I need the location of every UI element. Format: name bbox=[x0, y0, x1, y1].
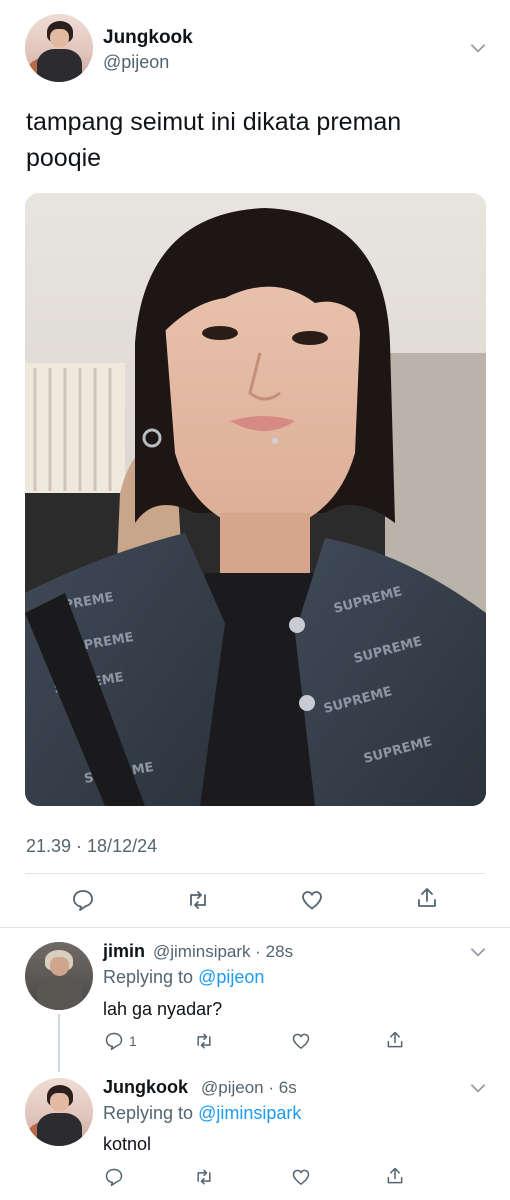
chevron-down-icon[interactable] bbox=[468, 1078, 488, 1098]
reply-handle-time[interactable]: @pijeon · 6s bbox=[201, 1078, 297, 1098]
reply-avatar-jungkook[interactable] bbox=[25, 1078, 93, 1146]
thread-line bbox=[58, 1014, 60, 1072]
like-icon[interactable] bbox=[300, 888, 324, 912]
reply-handle-time[interactable]: @jiminsipark · 28s bbox=[153, 942, 293, 962]
author-name[interactable]: Jungkook bbox=[103, 27, 193, 49]
reply-text: kotnol bbox=[103, 1134, 152, 1154]
replying-prefix: Replying to bbox=[103, 1103, 199, 1123]
tweet-timestamp[interactable]: 21.39 · 18/12/24 bbox=[26, 836, 157, 857]
author-handle[interactable]: @pijeon bbox=[103, 52, 169, 73]
retweet-icon[interactable] bbox=[194, 1167, 214, 1187]
like-icon[interactable] bbox=[291, 1167, 311, 1187]
retweet-icon[interactable] bbox=[194, 1031, 214, 1051]
reply-author-name[interactable]: Jungkook bbox=[103, 1077, 188, 1098]
tweet-photo[interactable]: SUPREME SUPREME SUPREME SUPREME SUPREME … bbox=[25, 193, 486, 806]
reply-icon[interactable] bbox=[104, 1167, 124, 1187]
selfie-photo: SUPREME SUPREME SUPREME SUPREME SUPREME … bbox=[25, 193, 486, 806]
tweet-text-line-1: tampang seimut ini dikata preman bbox=[26, 108, 402, 136]
share-icon[interactable] bbox=[385, 1166, 405, 1186]
replying-to: Replying to @jiminsipark bbox=[103, 1103, 301, 1124]
reply-count: 1 bbox=[129, 1033, 137, 1049]
reply-icon[interactable] bbox=[71, 888, 95, 912]
reply-avatar-jimin[interactable] bbox=[25, 942, 93, 1010]
replying-prefix: Replying to bbox=[103, 967, 199, 987]
reply-text: lah ga nyadar? bbox=[103, 999, 223, 1019]
replying-mention[interactable]: @jiminsipark bbox=[198, 1103, 301, 1123]
author-avatar[interactable] bbox=[25, 14, 93, 82]
share-icon[interactable] bbox=[385, 1030, 405, 1050]
tweet-text: tampang seimut ini dikata preman pooqie bbox=[26, 104, 486, 176]
reply-author-name[interactable]: jimin bbox=[103, 941, 145, 962]
share-icon[interactable] bbox=[415, 886, 439, 910]
chevron-down-icon[interactable] bbox=[468, 38, 488, 58]
retweet-icon[interactable] bbox=[186, 888, 210, 912]
chevron-down-icon[interactable] bbox=[468, 942, 488, 962]
divider-bottom bbox=[0, 927, 510, 928]
divider-top bbox=[25, 873, 485, 874]
reply-icon[interactable] bbox=[104, 1031, 124, 1051]
replying-mention[interactable]: @pijeon bbox=[198, 967, 264, 987]
tweet-text-line-2: pooqie bbox=[26, 144, 102, 172]
like-icon[interactable] bbox=[291, 1031, 311, 1051]
replying-to: Replying to @pijeon bbox=[103, 967, 264, 988]
